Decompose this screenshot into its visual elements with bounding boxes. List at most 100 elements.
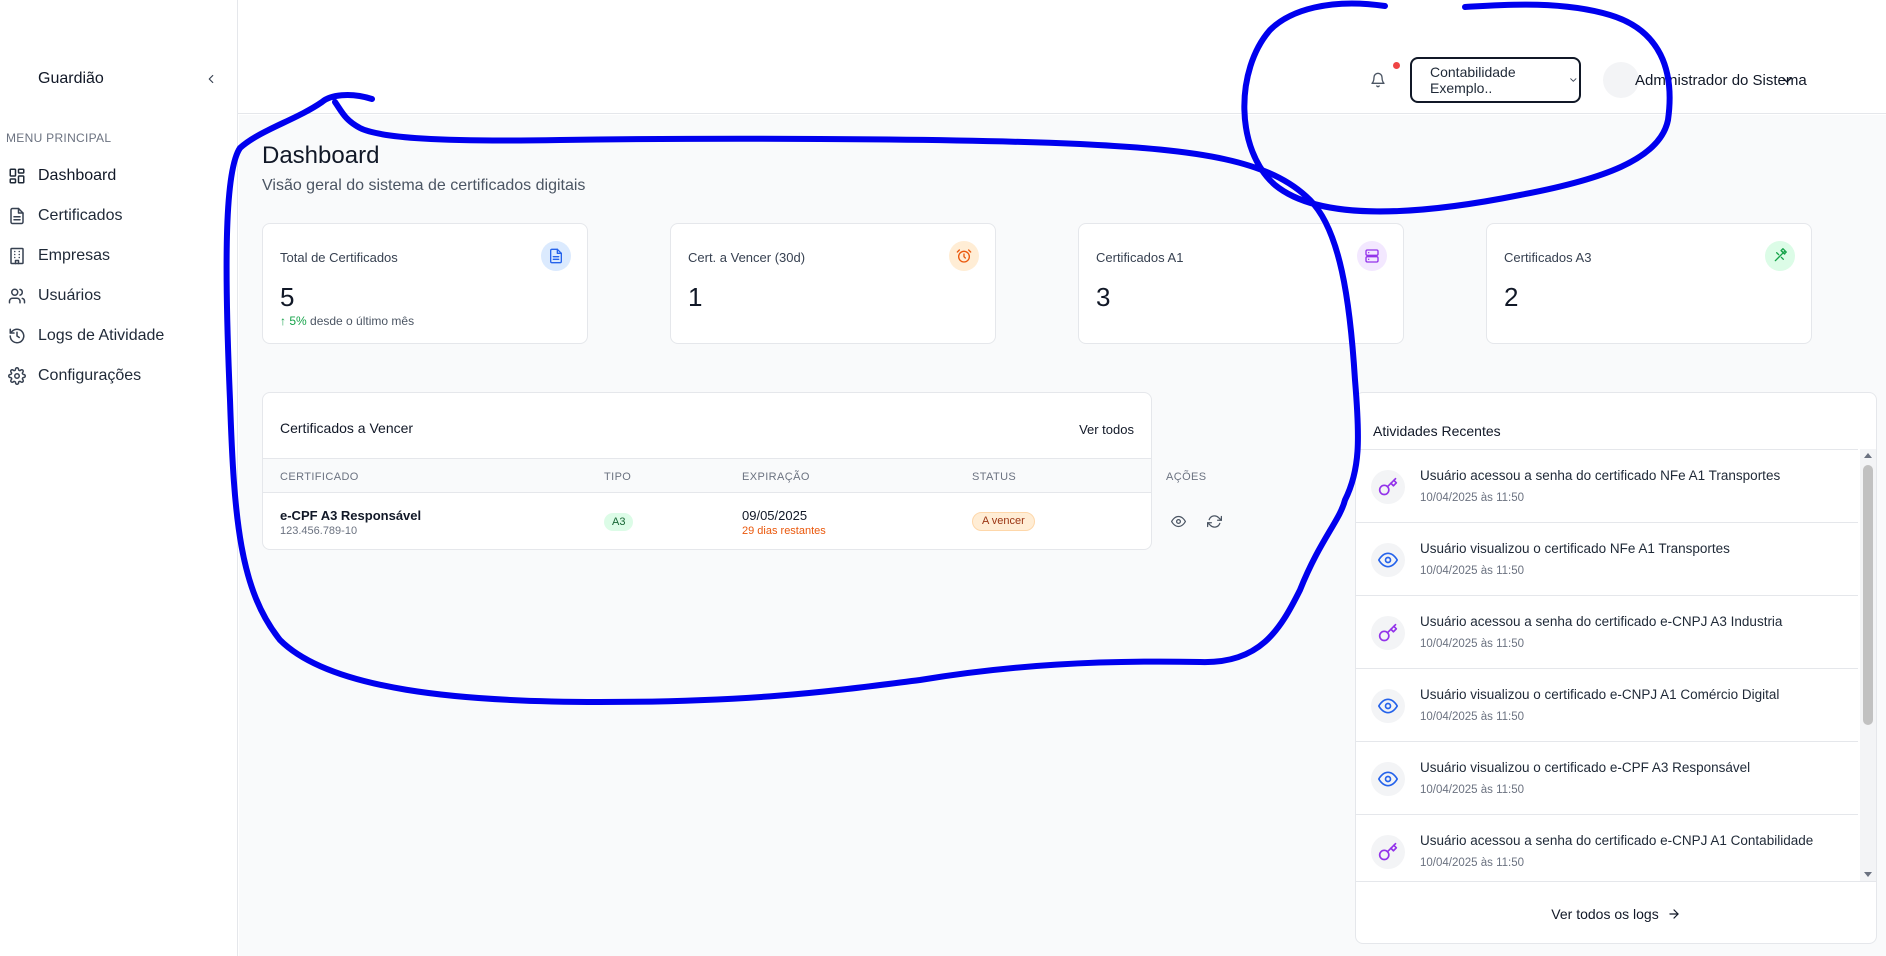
page-title: Dashboard [262, 142, 380, 169]
chevron-left-icon [208, 74, 214, 84]
eye-icon [1371, 543, 1405, 577]
usb-icon [1765, 241, 1795, 271]
list-item: Usuário acessou a senha do certificado e… [1356, 815, 1858, 881]
trend-text: desde o último mês [306, 314, 415, 328]
list-item: Usuário visualizou o certificado NFe A1 … [1356, 523, 1858, 596]
notifications-button[interactable] [1370, 72, 1390, 92]
expiration-date: 09/05/2025 [742, 508, 808, 523]
expiring-certificates-card: Certificados a Vencer Ver todos CERTIFIC… [262, 392, 1222, 550]
sidebar-item-configuracoes[interactable]: Configurações [0, 356, 238, 396]
page-subtitle: Visão geral do sistema de certificados d… [262, 177, 586, 194]
user-menu-chevron[interactable] [1779, 72, 1795, 93]
activity-time: 10/04/2025 às 11:50 [1420, 638, 1525, 650]
view-all-logs-label: Ver todos os logs [1551, 905, 1659, 922]
days-remaining: 29 dias restantes [742, 525, 826, 537]
avatar[interactable] [1603, 62, 1639, 98]
stat-card-a3: Certificados A3 2 [1486, 223, 1812, 344]
sidebar-item-label: Empresas [38, 247, 111, 264]
sidebar-item-usuarios[interactable]: Usuários [0, 276, 238, 316]
scroll-up-arrow[interactable] [1864, 453, 1872, 458]
activity-text: Usuário visualizou o certificado e-CPF A… [1420, 760, 1751, 775]
sidebar-item-certificados[interactable]: Certificados [0, 196, 238, 236]
brand-name: Guardião [38, 70, 104, 87]
trend-up: ↑ 5% [280, 314, 307, 328]
bell-icon [1371, 72, 1385, 88]
scroll-thumb[interactable] [1863, 465, 1873, 725]
history-icon [8, 327, 26, 345]
chevron-down-icon [1570, 78, 1577, 82]
scroll-down-arrow[interactable] [1864, 872, 1872, 877]
brand-row: Guardião [0, 48, 238, 116]
sidebar: Guardião MENU PRINCIPAL Dashboard Certif… [0, 0, 238, 956]
column-header: CERTIFICADO [280, 471, 359, 483]
stat-value: 5 [280, 282, 295, 312]
sidebar-item-label: Dashboard [38, 167, 117, 184]
sidebar-item-dashboard[interactable]: Dashboard [0, 156, 238, 196]
company-select[interactable]: Contabilidade Exemplo.. [1410, 57, 1581, 103]
activity-scrollbar[interactable] [1860, 449, 1876, 881]
renew-button[interactable] [1205, 512, 1223, 530]
card-title: Certificados a Vencer [280, 420, 414, 436]
server-icon [1357, 241, 1387, 271]
activity-time: 10/04/2025 às 11:50 [1420, 784, 1525, 796]
list-item: Usuário visualizou o certificado e-CPF A… [1356, 742, 1858, 815]
activity-text: Usuário visualizou o certificado e-CNPJ … [1420, 687, 1780, 702]
activity-list[interactable]: Usuário acessou a senha do certificado N… [1356, 449, 1858, 881]
activity-text: Usuário acessou a senha do certificado e… [1420, 833, 1814, 848]
collapse-sidebar-button[interactable] [200, 68, 222, 90]
key-icon [1371, 835, 1405, 869]
stat-value: 2 [1504, 282, 1519, 312]
column-header: STATUS [972, 471, 1017, 483]
chevron-down-icon [1782, 77, 1792, 83]
eye-icon [1371, 689, 1405, 723]
stat-card-total: Total de Certificados 5 ↑ 5% desde o últ… [262, 223, 588, 344]
menu-heading: MENU PRINCIPAL [6, 131, 112, 145]
sidebar-item-empresas[interactable]: Empresas [0, 236, 238, 276]
list-item: Usuário visualizou o certificado e-CNPJ … [1356, 669, 1858, 742]
stat-label: Certificados A1 [1096, 250, 1184, 265]
activity-time: 10/04/2025 às 11:50 [1420, 492, 1525, 504]
column-header: TIPO [604, 471, 632, 483]
gear-icon [8, 367, 26, 385]
column-header: EXPIRAÇÃO [742, 471, 810, 483]
stat-trend: ↑ 5% desde o último mês [280, 314, 414, 328]
alarm-clock-icon [949, 241, 979, 271]
eye-icon [1170, 515, 1186, 527]
stat-label: Certificados A3 [1504, 250, 1592, 265]
view-all-logs-button[interactable]: Ver todos os logs [1356, 881, 1876, 943]
file-text-icon [541, 241, 571, 271]
file-text-icon [8, 207, 26, 225]
activity-text: Usuário acessou a senha do certificado N… [1420, 468, 1781, 483]
certificate-name: e-CPF A3 Responsável [280, 508, 422, 523]
list-item: Usuário acessou a senha do certificado e… [1356, 596, 1858, 669]
sidebar-item-label: Certificados [38, 207, 123, 224]
refresh-icon [1206, 514, 1222, 528]
notification-dot [1393, 62, 1400, 69]
sidebar-item-logs[interactable]: Logs de Atividade [0, 316, 238, 356]
activity-time: 10/04/2025 às 11:50 [1420, 857, 1525, 869]
view-button[interactable] [1169, 512, 1187, 530]
stat-card-a1: Certificados A1 3 [1078, 223, 1404, 344]
sidebar-item-label: Configurações [38, 367, 142, 384]
sidebar-item-label: Logs de Atividade [38, 327, 165, 344]
certificate-id: 123.456.789-10 [280, 525, 358, 537]
table-header: CERTIFICADO TIPO EXPIRAÇÃO STATUS AÇÕES [263, 458, 1206, 493]
activity-time: 10/04/2025 às 11:50 [1420, 565, 1525, 577]
key-icon [1371, 616, 1405, 650]
stat-label: Cert. a Vencer (30d) [688, 250, 806, 265]
activity-time: 10/04/2025 às 11:50 [1420, 711, 1525, 723]
stat-label: Total de Certificados [280, 250, 398, 265]
key-icon [1371, 470, 1405, 504]
list-item: Usuário acessou a senha do certificado N… [1356, 450, 1858, 523]
company-select-value: Contabilidade Exemplo.. [1430, 64, 1516, 96]
stat-value: 3 [1096, 282, 1111, 312]
topbar: Contabilidade Exemplo.. Administrador do… [238, 48, 1886, 114]
recent-activity-card: Atividades Recentes Usuário acessou a se… [1355, 392, 1877, 944]
stat-card-expiring: Cert. a Vencer (30d) 1 [670, 223, 996, 344]
view-all-link[interactable]: Ver todos [1079, 422, 1134, 437]
activity-text: Usuário acessou a senha do certificado e… [1420, 614, 1783, 629]
layout-grid-icon [8, 167, 26, 185]
column-header: AÇÕES [1166, 471, 1207, 483]
status-badge: A vencer [972, 512, 1035, 531]
arrow-right-icon [1669, 908, 1679, 919]
